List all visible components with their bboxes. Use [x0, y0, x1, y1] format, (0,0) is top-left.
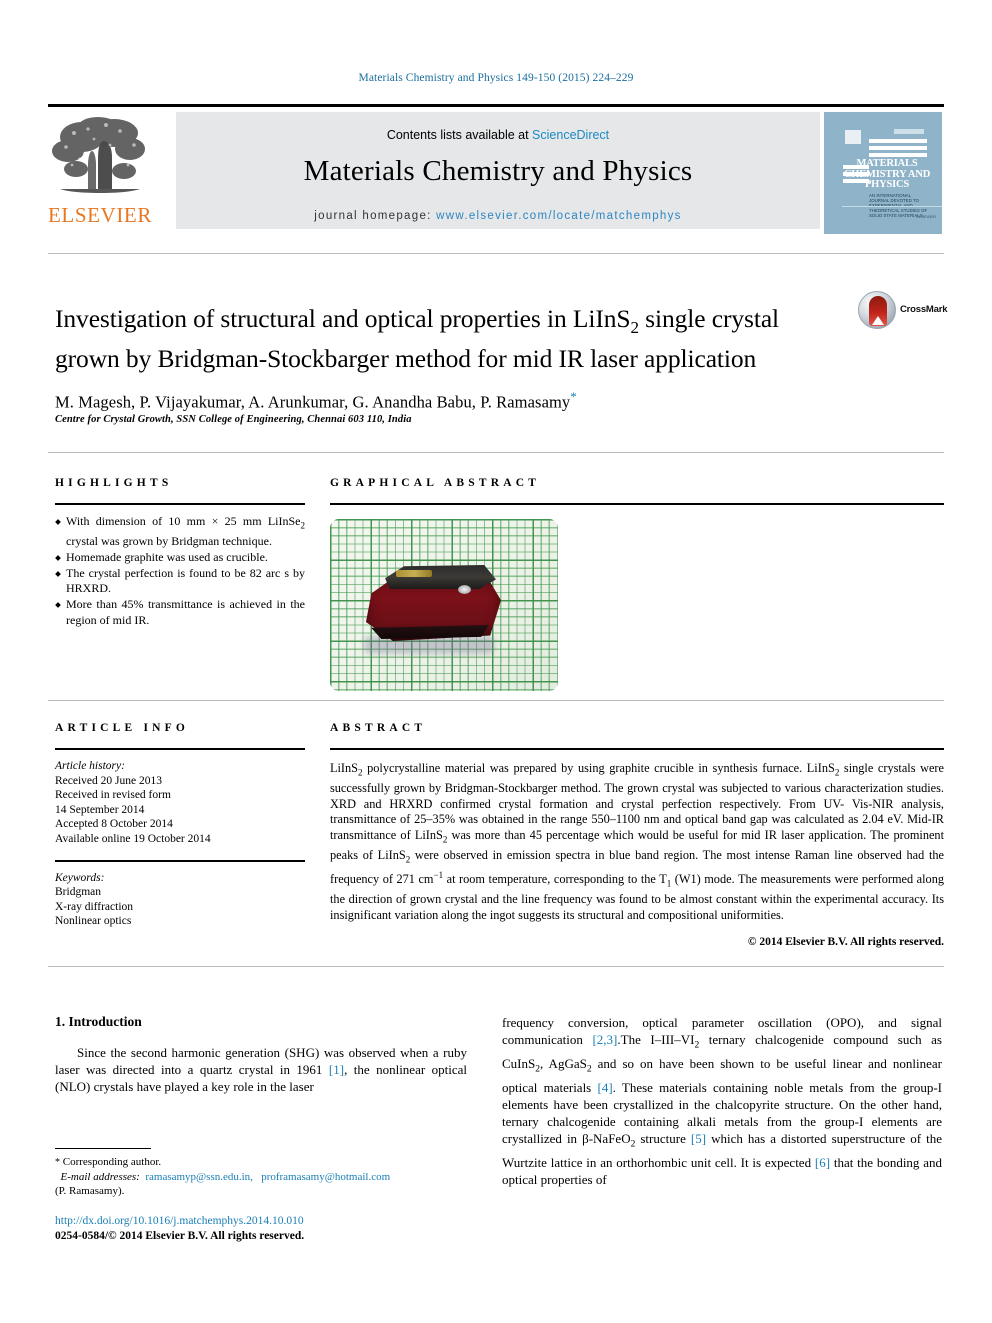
cover-footer: ELSEVIER	[916, 214, 936, 219]
journal-homepage-line: journal homepage: www.elsevier.com/locat…	[176, 188, 820, 222]
cover-rule-3	[869, 153, 927, 157]
author-list: M. Magesh, P. Vijayakumar, A. Arunkumar,…	[55, 389, 855, 413]
title-divider	[48, 253, 944, 254]
article-info-rule	[55, 748, 305, 750]
keywords-label: Keywords:	[55, 871, 105, 884]
cover-title-line1: MATERIALS	[856, 158, 918, 169]
graphical-abstract-image	[330, 519, 558, 691]
contents-line: Contents lists available at ScienceDirec…	[176, 112, 820, 142]
list-item: The crystal perfection is found to be 82…	[55, 566, 305, 596]
crystal-photo-object	[366, 563, 501, 643]
footnote-corresponding-text: Corresponding author.	[62, 1156, 162, 1168]
footnote-email-owner: (P. Ramasamy).	[55, 1185, 125, 1197]
list-item: Homemade graphite was used as crucible.	[55, 550, 305, 565]
highlights-section-divider	[48, 452, 944, 453]
introduction-paragraph-right: frequency conversion, optical parameter …	[502, 1015, 943, 1188]
graphical-abstract-heading: GRAPHICAL ABSTRACT	[330, 477, 541, 489]
abstract-copyright: © 2014 Elsevier B.V. All rights reserved…	[747, 935, 944, 948]
contents-prefix: Contents lists available at	[386, 128, 533, 142]
keyword-item: Nonlinear optics	[55, 915, 132, 928]
keywords-block: Keywords: Bridgman X-ray diffraction Non…	[55, 871, 305, 929]
cover-elsevier-mark	[845, 130, 861, 144]
abstract-rule	[330, 748, 944, 750]
crystal-gold-streak	[396, 570, 432, 577]
cover-title-line3: PHYSICS	[864, 179, 910, 190]
article-info-section-divider	[48, 700, 944, 701]
keywords-rule	[55, 859, 305, 862]
crossmark-icon	[858, 291, 896, 329]
graphical-abstract-rule	[330, 503, 944, 505]
footnote-line-corresponding: * Corresponding author.	[55, 1155, 467, 1170]
email-link-1[interactable]: ramasamyp@ssn.edu.in,	[145, 1171, 253, 1183]
list-item: More than 45% transmittance is achieved …	[55, 597, 305, 627]
journal-cover-image: MATERIALS CHEMISTRY AND PHYSICS AN INTER…	[824, 112, 942, 234]
journal-title: Materials Chemistry and Physics	[303, 155, 693, 187]
homepage-url-link[interactable]: www.elsevier.com/locate/matchemphys	[436, 210, 682, 222]
affiliation: Centre for Crystal Growth, SSN College o…	[55, 414, 412, 425]
doi-link[interactable]: http://dx.doi.org/10.1016/j.matchemphys.…	[55, 1214, 475, 1229]
graphical-abstract-section: GRAPHICAL ABSTRACT	[330, 477, 944, 691]
crossmark-triangle	[872, 316, 884, 325]
keyword-item: Bridgman	[55, 886, 101, 899]
article-info-section: ARTICLE INFO Article history: Received 2…	[55, 722, 305, 929]
introduction-right-column: frequency conversion, optical parameter …	[502, 1014, 942, 1189]
footnote-rule	[55, 1148, 151, 1149]
introduction-left-column: 1. Introduction Since the second harmoni…	[55, 1014, 467, 1096]
cover-frame: MATERIALS CHEMISTRY AND PHYSICS AN INTER…	[833, 119, 942, 227]
abstract-heading: ABSTRACT	[330, 722, 427, 734]
article-history-label: Article history:	[55, 760, 125, 772]
list-item: With dimension of 10 mm × 25 mm LiInSe2 …	[55, 514, 305, 549]
article-history-item: Received in revised form	[55, 789, 171, 802]
corresponding-author-marker: *	[570, 389, 577, 404]
homepage-label: journal homepage:	[314, 210, 437, 222]
cover-rule-2	[869, 146, 927, 150]
email-link-2[interactable]: proframasamy@hotmail.com	[261, 1171, 390, 1183]
journal-masthead: ELSEVIER Contents lists available at Sci…	[48, 104, 944, 234]
keyword-item: X-ray diffraction	[55, 900, 134, 913]
elsevier-tree-icon	[48, 115, 152, 201]
article-history-item: Available online 19 October 2014	[55, 832, 211, 845]
article-history-item: Accepted 8 October 2014	[55, 818, 173, 831]
masthead-center-panel: Contents lists available at ScienceDirec…	[176, 112, 820, 230]
abstract-section: ABSTRACT LiInS2 polycrystalline material…	[330, 722, 944, 948]
cover-top-strip	[894, 129, 924, 134]
corresponding-author-footnote: * Corresponding author. E-mail addresses…	[55, 1148, 467, 1198]
body-section-divider	[48, 966, 944, 967]
article-title-part1: Investigation of structural and optical …	[55, 304, 631, 334]
highlights-rule	[55, 503, 305, 505]
article-info-heading: ARTICLE INFO	[55, 722, 190, 734]
section-title-introduction: 1. Introduction	[55, 1014, 142, 1029]
email-label: E-mail addresses:	[60, 1171, 140, 1183]
issn-copyright: 0254-0584/© 2014 Elsevier B.V. All right…	[55, 1230, 305, 1242]
article-history: Article history: Received 20 June 2013 R…	[55, 759, 305, 847]
footnote-star: *	[55, 1157, 60, 1168]
elsevier-wordmark: ELSEVIER	[48, 203, 152, 227]
highlights-section: HIGHLIGHTS With dimension of 10 mm × 25 …	[55, 477, 305, 629]
running-head: Materials Chemistry and Physics 149-150 …	[358, 72, 634, 84]
cover-divider	[842, 206, 942, 207]
cover-rule-1	[869, 139, 927, 143]
footer-doi-block: http://dx.doi.org/10.1016/j.matchemphys.…	[55, 1214, 475, 1244]
cover-title: MATERIALS CHEMISTRY AND PHYSICS	[841, 158, 933, 191]
crossmark-label: CrossMark	[900, 304, 948, 315]
abstract-text: LiInS2 polycrystalline material was prep…	[330, 761, 945, 922]
article-title-subscript: 2	[630, 318, 640, 338]
sciencedirect-link[interactable]: ScienceDirect	[532, 128, 609, 142]
footnote-email-line: E-mail addresses: ramasamyp@ssn.edu.in, …	[55, 1170, 467, 1184]
article-title: Investigation of structural and optical …	[55, 303, 795, 374]
introduction-paragraph-left: Since the second harmonic generation (SH…	[55, 1045, 468, 1095]
crystal-highlight	[458, 585, 471, 594]
article-history-item: 14 September 2014	[55, 803, 145, 816]
elsevier-logo: ELSEVIER	[48, 115, 170, 231]
highlights-heading: HIGHLIGHTS	[55, 477, 173, 489]
article-history-item: Received 20 June 2013	[55, 774, 162, 787]
crossmark-badge[interactable]: CrossMark	[858, 291, 948, 335]
author-names: M. Magesh, P. Vijayakumar, A. Arunkumar,…	[55, 392, 571, 412]
paper-page: Materials Chemistry and Physics 149-150 …	[0, 0, 992, 1323]
highlights-list: With dimension of 10 mm × 25 mm LiInSe2 …	[55, 514, 305, 628]
crystal-top-face	[385, 565, 496, 589]
